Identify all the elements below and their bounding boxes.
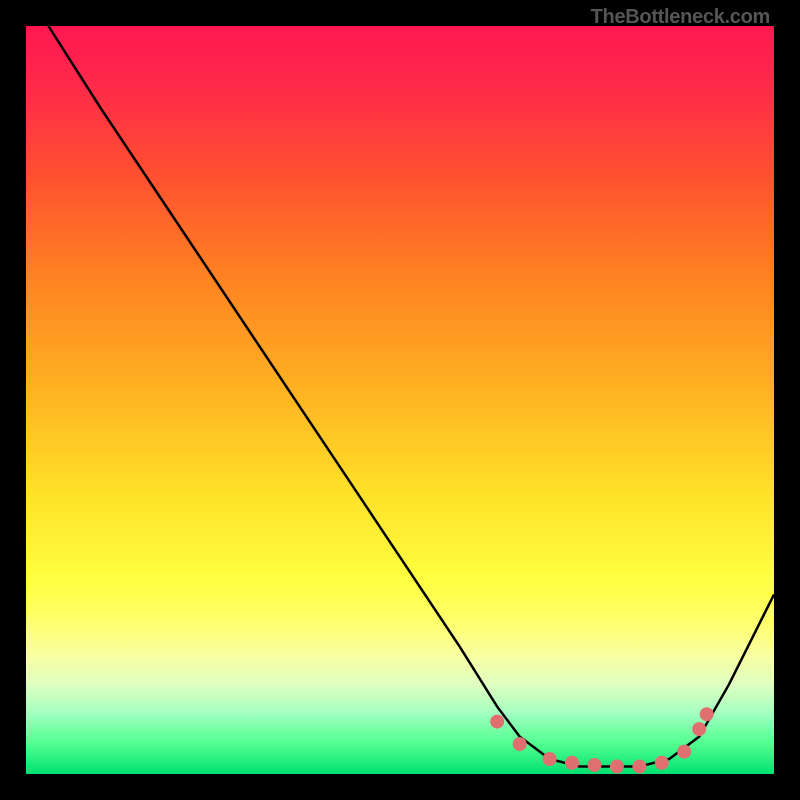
- curve-svg: [26, 26, 774, 774]
- highlight-dot: [543, 752, 557, 766]
- bottleneck-curve: [48, 26, 774, 767]
- highlight-dot: [588, 758, 602, 772]
- plot-area: [26, 26, 774, 774]
- highlight-dot: [513, 737, 527, 751]
- highlight-dot: [490, 715, 504, 729]
- highlight-dot: [655, 756, 669, 770]
- highlight-dot: [692, 722, 706, 736]
- highlight-dot: [565, 756, 579, 770]
- highlight-dots: [490, 707, 714, 773]
- chart-container: TheBottleneck.com: [0, 0, 800, 800]
- highlight-dot: [632, 760, 646, 774]
- highlight-dot: [700, 707, 714, 721]
- highlight-dot: [677, 745, 691, 759]
- highlight-dot: [610, 760, 624, 774]
